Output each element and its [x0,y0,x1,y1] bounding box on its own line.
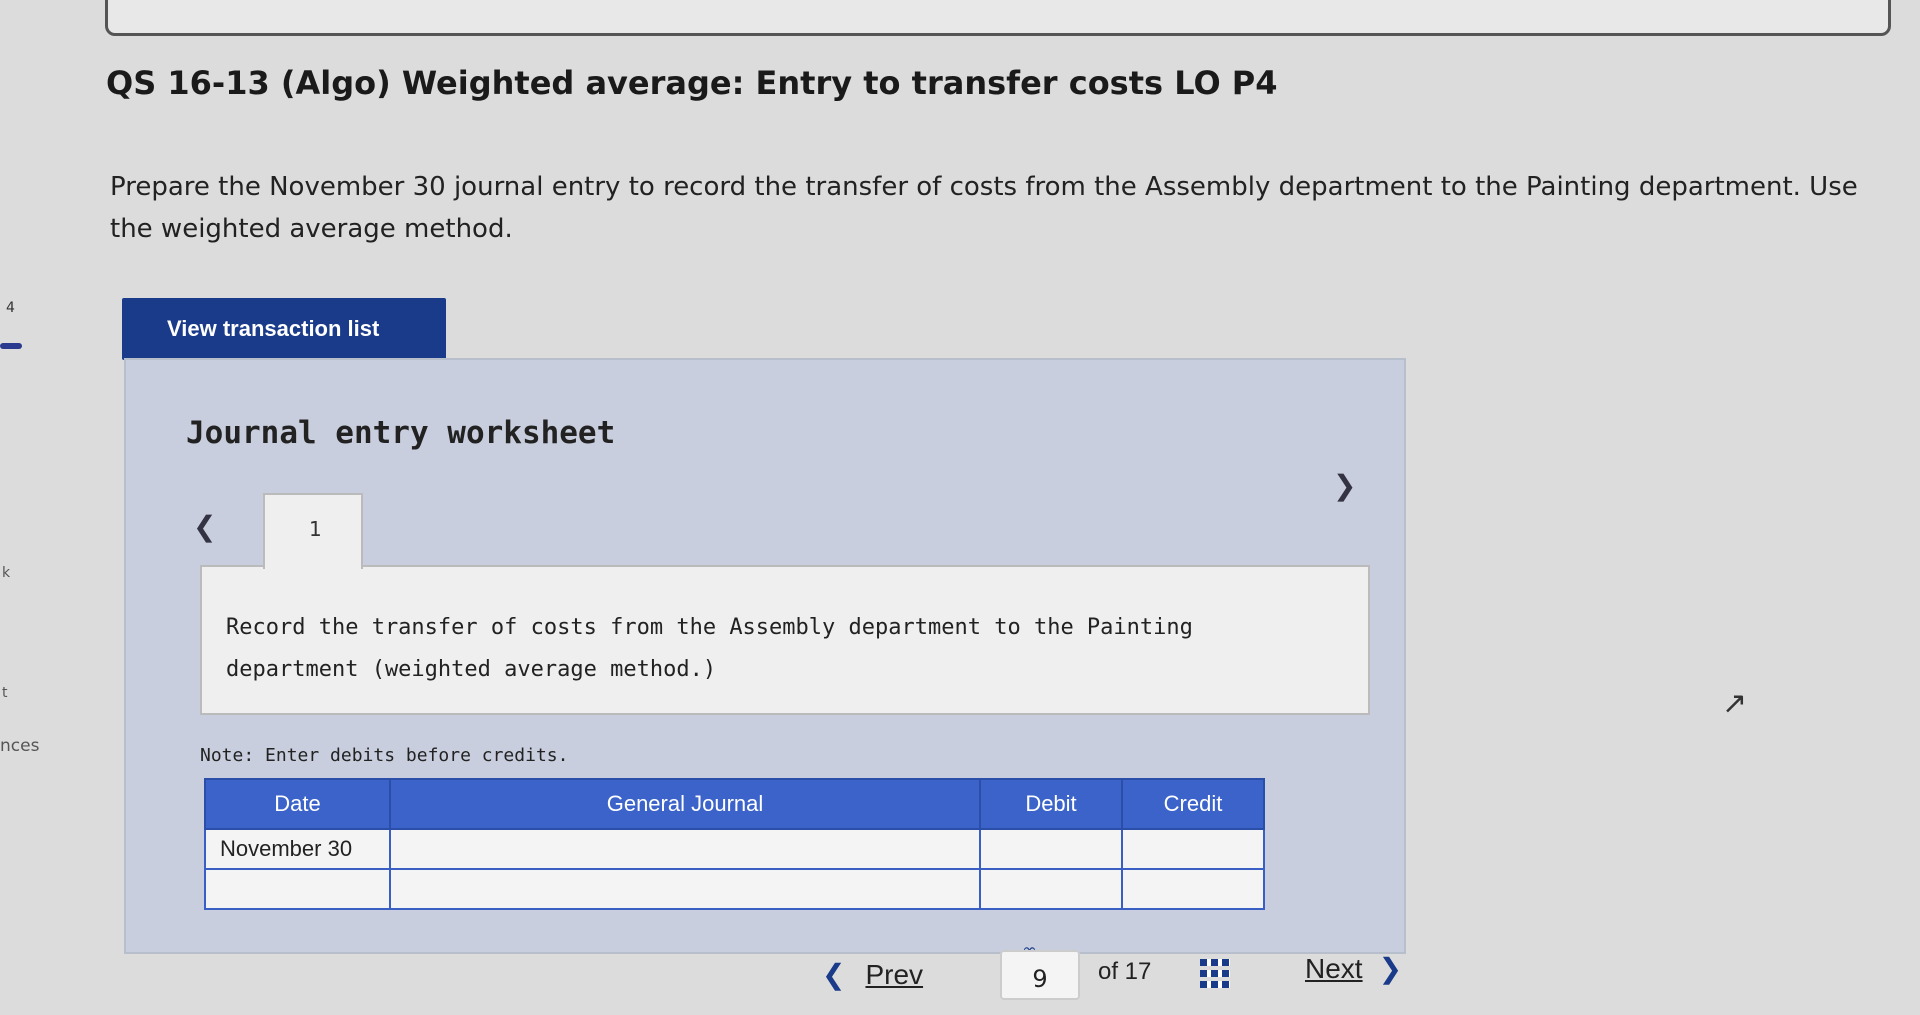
debit-cell[interactable] [979,828,1123,870]
transaction-description: Record the transfer of costs from the As… [226,615,1193,682]
header-general-journal: General Journal [389,778,981,830]
pagination-bar: ❮Prev ∞ 9 of 17 Next❯ [0,940,1920,1015]
next-label: Next [1305,953,1363,984]
question-instructions: Prepare the November 30 journal entry to… [110,172,1858,244]
worksheet-title: Journal entry worksheet [186,415,616,451]
table-row: November 30 [204,828,1265,870]
chevron-right-icon[interactable]: ❯ [1333,472,1356,500]
debit-cell[interactable] [979,868,1123,910]
prev-button[interactable]: ❮ Prev [822,958,923,991]
entry-note: Note: Enter debits before credits. [200,745,569,766]
chevron-left-icon[interactable]: ❮ [193,513,216,541]
sidebar-item-references[interactable]: nces [0,736,39,756]
worksheet-tab-1[interactable]: 1 [263,493,363,569]
date-cell[interactable]: November 30 [204,828,391,870]
table-row [204,868,1265,910]
mouse-cursor-icon: ↗ [1722,686,1748,721]
top-frame [105,0,1891,36]
account-cell[interactable] [389,828,981,870]
left-sidebar: 4 k t nces [0,140,70,756]
transaction-description-box: Record the transfer of costs from the As… [200,565,1370,715]
credit-cell[interactable] [1121,868,1265,910]
page-total: of 17 [1098,958,1152,985]
next-button[interactable]: Next ❯ [1305,952,1402,985]
date-cell[interactable] [204,868,391,910]
header-credit: Credit [1121,778,1265,830]
journal-table: Date General Journal Debit Credit Novemb… [204,778,1265,910]
sidebar-item-k[interactable]: k [2,565,10,581]
sidebar-item-t[interactable]: t [2,685,8,701]
sidebar-question-number[interactable]: 4 [6,300,15,316]
chevron-right-icon: ❯ [1378,953,1403,984]
prev-label: Prev [865,959,924,990]
grid-icon[interactable] [1200,958,1230,988]
credit-cell[interactable] [1121,828,1265,870]
sidebar-active-indicator [0,343,22,349]
worksheet-tab-label: 1 [309,517,322,541]
journal-entry-worksheet: Journal entry worksheet ❮ ❯ 1 Record the… [124,358,1406,954]
view-transaction-list-button[interactable]: View transaction list [122,298,446,360]
chevron-left-icon: ❮ [822,959,846,990]
header-debit: Debit [979,778,1123,830]
current-page-field[interactable]: 9 [1000,950,1080,1000]
account-cell[interactable] [389,868,981,910]
header-date: Date [204,778,391,830]
page-title: QS 16-13 (Algo) Weighted average: Entry … [106,64,1278,102]
